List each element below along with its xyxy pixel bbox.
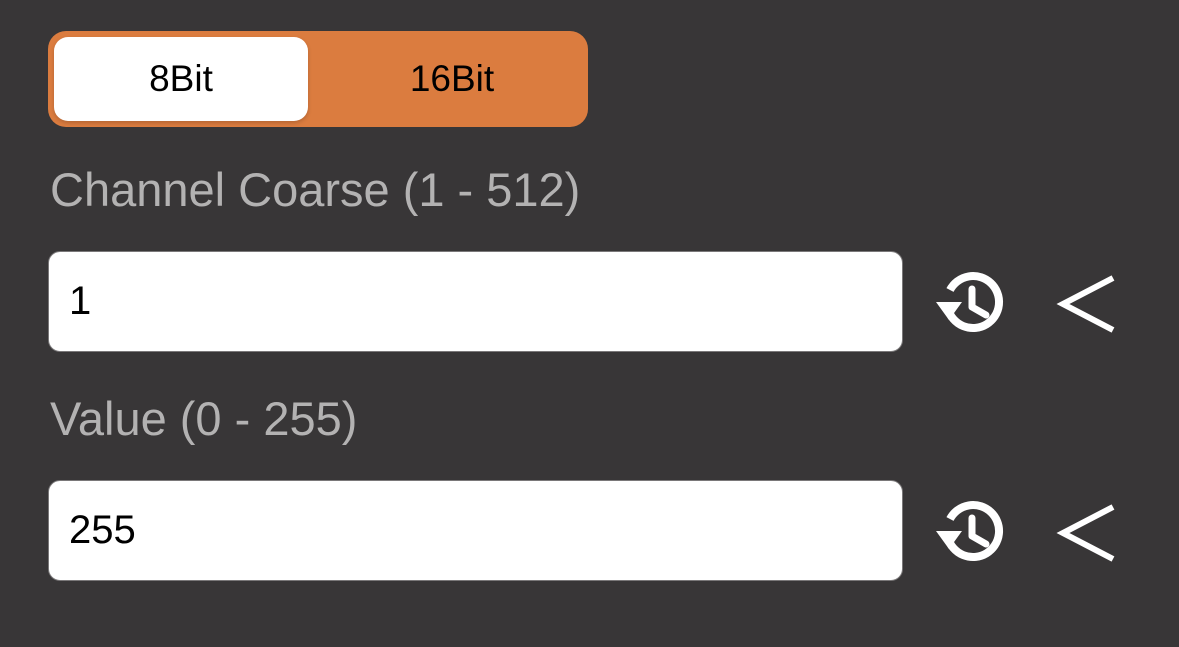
channel-coarse-input[interactable]: 1: [48, 251, 903, 352]
chevron-left-icon: [1056, 504, 1115, 562]
segment-16bit[interactable]: 16Bit: [316, 31, 588, 127]
bit-mode-segmented-control: 8Bit 16Bit: [48, 31, 588, 127]
value-back-button[interactable]: [1045, 491, 1129, 575]
channel-history-button[interactable]: [930, 262, 1014, 346]
dmx-settings-panel: 8Bit 16Bit Channel Coarse (1 - 512) 1 Va…: [0, 0, 1179, 647]
value-input[interactable]: 255: [48, 480, 903, 581]
history-icon: [936, 272, 1004, 333]
channel-back-button[interactable]: [1045, 262, 1129, 346]
chevron-left-icon: [1056, 275, 1115, 333]
value-label: Value (0 - 255): [50, 392, 358, 445]
channel-coarse-label: Channel Coarse (1 - 512): [50, 163, 581, 216]
segment-8bit[interactable]: 8Bit: [54, 37, 308, 121]
history-icon: [936, 501, 1004, 562]
value-history-button[interactable]: [930, 491, 1014, 575]
